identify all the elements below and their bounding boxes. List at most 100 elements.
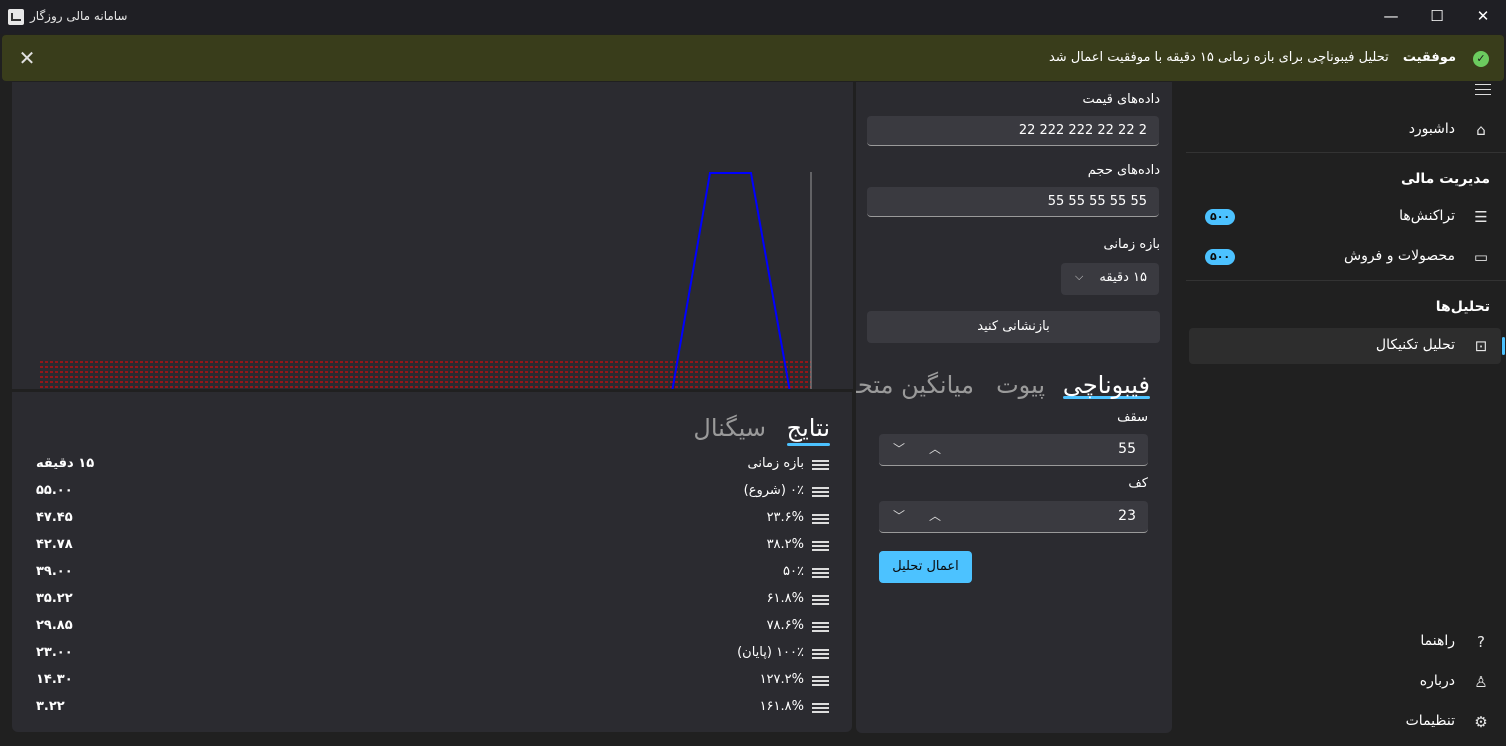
- success-notification: ✕ موفقیت تحلیل فیبوناچی برای بازه زمانی …: [2, 35, 1504, 81]
- table-row: ۰٪ (شروع) ۵۵.۰۰: [12, 483, 852, 510]
- table-row: ۷۸.۶% ۲۹.۸۵: [12, 618, 852, 645]
- nav-divider: [1186, 152, 1506, 153]
- row-value: ۱۴.۳۰: [36, 672, 73, 687]
- nav-about[interactable]: ♙ درباره: [1189, 664, 1501, 700]
- list-icon: [812, 541, 829, 552]
- question-icon: ?: [1477, 633, 1485, 651]
- archive-icon: ▭: [1473, 248, 1489, 266]
- table-row: ۵۰٪ ۳۹.۰۰: [12, 564, 852, 591]
- nav-dashboard[interactable]: ⌂ داشبورد: [1189, 112, 1501, 148]
- row-value: ۱۵ دقیقه: [36, 456, 95, 471]
- volume-data-label: داده‌های حجم: [1087, 163, 1160, 178]
- navigation-pane: ⌂ داشبورد مدیریت مالی ۵۰۰ ☰ تراکنش‌ها ۵۰…: [1186, 82, 1506, 746]
- row-label: ۲۳.۶%: [766, 510, 804, 525]
- list-icon: ☰: [1474, 208, 1488, 226]
- chart-pulse-icon: ⊡: [1474, 337, 1488, 355]
- list-icon: [812, 460, 829, 471]
- timeframe-label: بازه زمانی: [1103, 237, 1160, 252]
- success-check-icon: ✓: [1473, 51, 1489, 67]
- low-number-box[interactable]: 23 ︿ ﹀: [879, 501, 1148, 533]
- transactions-badge: ۵۰۰: [1205, 209, 1236, 225]
- row-value: ۲۳.۰۰: [36, 645, 73, 660]
- high-number-box[interactable]: 55 ︿ ﹀: [879, 434, 1148, 466]
- list-icon: [812, 487, 829, 498]
- list-icon: [812, 568, 829, 579]
- nav-divider: [1186, 280, 1506, 281]
- tab-signal-label: سیگنال: [693, 414, 766, 442]
- tab-fibonacci-label: فیبوناچی: [1062, 371, 1150, 399]
- price-data-field[interactable]: [867, 116, 1159, 146]
- app-logo-icon: [8, 9, 24, 25]
- notification-title: موفقیت: [1402, 50, 1456, 65]
- increment-icon[interactable]: ︿: [923, 506, 947, 526]
- notification-close-button[interactable]: ✕: [12, 43, 42, 73]
- nav-help[interactable]: ? راهنما: [1189, 624, 1501, 660]
- increment-icon[interactable]: ︿: [923, 439, 947, 459]
- table-row: ۱۲۷.۲% ۱۴.۳۰: [12, 672, 852, 699]
- price-chart: [12, 82, 853, 389]
- nav-products-label: محصولات و فروش: [1343, 248, 1455, 264]
- price-series-line: [671, 172, 791, 389]
- reset-button[interactable]: بازنشانی کنید: [867, 311, 1160, 343]
- list-icon: [812, 595, 829, 606]
- nav-technical-label: تحلیل تکنیکال: [1375, 337, 1455, 353]
- list-icon: [812, 514, 829, 525]
- fibonacci-levels: [40, 361, 811, 388]
- gear-icon: ⚙: [1474, 713, 1488, 731]
- tab-moving-average[interactable]: میانگین متحرک: [856, 371, 974, 399]
- price-data-input[interactable]: [867, 116, 1159, 145]
- list-icon: [812, 622, 829, 633]
- timeframe-value: ۱۵ دقیقه: [1099, 270, 1147, 285]
- nav-transactions[interactable]: ۵۰۰ ☰ تراکنش‌ها: [1189, 199, 1501, 235]
- nav-settings[interactable]: ⚙ تنظیمات: [1189, 704, 1501, 740]
- high-label: سقف: [1117, 410, 1148, 425]
- table-row: ۱۰۰٪ (پایان) ۲۳.۰۰: [12, 645, 852, 672]
- row-value: ۳۵.۲۲: [36, 591, 73, 606]
- row-label: ۳۸.۲%: [766, 537, 804, 552]
- row-label: ۱۶۱.۸%: [759, 699, 804, 714]
- active-tab-underline: [786, 443, 830, 446]
- volume-data-input[interactable]: [867, 187, 1159, 216]
- decrement-icon[interactable]: ﹀: [887, 439, 911, 459]
- row-label: ۱۲۷.۲%: [759, 672, 804, 687]
- title-bar: سامانه مالی روزگار — ☐ ✕: [0, 0, 1506, 34]
- list-icon: [812, 703, 829, 714]
- row-label: ۱۰۰٪ (پایان): [737, 645, 804, 660]
- high-value: 55: [1118, 441, 1136, 457]
- selection-indicator: [1502, 337, 1505, 355]
- table-row: ۱۶۱.۸% ۳.۲۲: [12, 699, 852, 726]
- volume-data-field[interactable]: [867, 187, 1159, 217]
- nav-transactions-label: تراکنش‌ها: [1399, 208, 1455, 224]
- minimize-button[interactable]: —: [1368, 0, 1414, 34]
- tab-fibonacci[interactable]: فیبوناچی: [1062, 371, 1150, 399]
- row-value: ۳.۲۲: [36, 699, 65, 714]
- close-button[interactable]: ✕: [1460, 0, 1506, 34]
- row-value: ۴۷.۴۵: [36, 510, 73, 525]
- table-row: بازه زمانی ۱۵ دقیقه: [12, 456, 852, 483]
- notification-message: تحلیل فیبوناچی برای بازه زمانی ۱۵ دقیقه …: [1048, 50, 1389, 65]
- nav-help-label: راهنما: [1420, 633, 1455, 649]
- low-value: 23: [1118, 508, 1136, 524]
- chevron-down-icon: ⌵: [1075, 270, 1084, 283]
- tab-moving-average-label: میانگین متحرک: [856, 371, 974, 399]
- nav-technical-analysis[interactable]: ⊡ تحلیل تکنیکال: [1189, 328, 1505, 364]
- timeframe-dropdown[interactable]: ⌵ ۱۵ دقیقه: [1061, 263, 1159, 295]
- maximize-button[interactable]: ☐: [1414, 0, 1460, 34]
- tab-results-label: نتایج: [786, 414, 830, 442]
- window-title: سامانه مالی روزگار: [30, 9, 128, 23]
- table-row: ۲۳.۶% ۴۷.۴۵: [12, 510, 852, 537]
- nav-finance-header: مدیریت مالی: [1400, 171, 1490, 187]
- hamburger-icon[interactable]: [1475, 84, 1491, 96]
- tab-pivot[interactable]: پیوت: [996, 371, 1045, 399]
- price-data-label: داده‌های قیمت: [1082, 92, 1160, 107]
- tab-signal[interactable]: سیگنال: [693, 414, 766, 442]
- nav-about-label: درباره: [1419, 673, 1455, 689]
- apply-analysis-button[interactable]: اعمال تحلیل: [879, 551, 972, 583]
- analysis-settings-pane: داده‌های قیمت داده‌های حجم بازه زمانی ⌵ …: [856, 82, 1172, 733]
- nav-products[interactable]: ۵۰۰ ▭ محصولات و فروش: [1189, 239, 1501, 275]
- tab-results[interactable]: نتایج: [786, 414, 830, 446]
- tab-pivot-label: پیوت: [996, 371, 1045, 399]
- row-value: ۳۹.۰۰: [36, 564, 73, 579]
- decrement-icon[interactable]: ﹀: [887, 506, 911, 526]
- notification-content: موفقیت تحلیل فیبوناچی برای بازه زمانی ۱۵…: [1049, 50, 1456, 65]
